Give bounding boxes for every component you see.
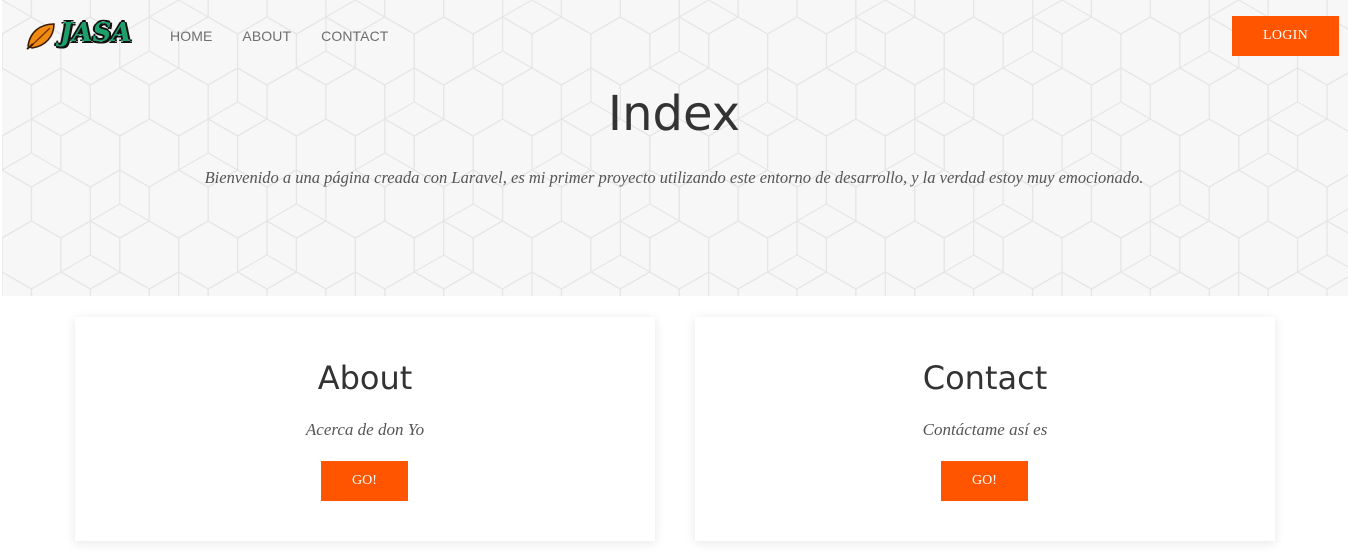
nav-about-link[interactable]: ABOUT [242, 28, 291, 44]
contact-card-text: Contáctame así es [922, 420, 1048, 439]
about-card-text: Acerca de don Yo [305, 420, 425, 439]
brand-logo[interactable]: JASA [24, 16, 136, 56]
hero-subtitle: Bienvenido a una página creada con Larav… [204, 168, 1144, 187]
login-button[interactable]: LOGIN [1232, 16, 1339, 56]
main-nav: HOME ABOUT CONTACT [170, 28, 418, 44]
nav-contact-link[interactable]: CONTACT [321, 28, 388, 44]
brand-name: JASA [60, 18, 132, 48]
contact-card: Contact Contáctame así es GO! [695, 317, 1275, 541]
page-title: Index [607, 86, 741, 142]
navbar: JASA HOME ABOUT CONTACT LOGIN [0, 0, 1348, 72]
nav-home-link[interactable]: HOME [170, 28, 212, 44]
about-go-button[interactable]: GO! [321, 461, 408, 501]
about-card-title: About [317, 359, 413, 397]
about-card: About Acerca de don Yo GO! [75, 317, 655, 541]
contact-go-button[interactable]: GO! [941, 461, 1028, 501]
leaf-icon [26, 23, 55, 50]
contact-card-title: Contact [922, 359, 1048, 397]
